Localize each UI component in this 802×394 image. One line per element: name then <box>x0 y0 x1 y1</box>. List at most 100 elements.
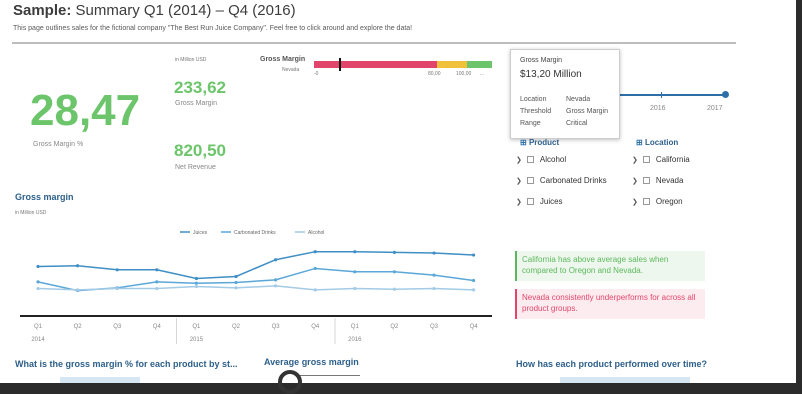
legend-label-0: Juices <box>193 230 208 236</box>
bullet-value-marker <box>338 58 341 71</box>
filter-item-label: Juices <box>539 197 563 206</box>
series-point-1-9 <box>392 270 396 274</box>
tooltip-key-location: Location <box>520 96 547 103</box>
bullet-title: Gross Margin <box>260 56 306 63</box>
series-point-2-9 <box>392 287 396 291</box>
bullet-scale-100: 100,00 <box>456 71 472 77</box>
line-chart-unit: in Million USD <box>15 210 47 216</box>
filter-product-item-alcohol[interactable]: ❯ Alcohol <box>516 155 566 164</box>
chart-series <box>36 250 476 293</box>
filter-location-icon: ⊞ <box>636 138 643 147</box>
kpi-gross-margin-label: Gross Margin <box>175 100 218 107</box>
cursor-ring-icon <box>278 370 302 394</box>
bottom-legend-placeholder-2 <box>560 377 690 383</box>
kpi-gross-margin-percent-label: Gross Margin % <box>33 141 84 148</box>
tooltip-val-location: Nevada <box>566 96 591 103</box>
x-tick-label-9: Q2 <box>390 324 399 330</box>
filter-location-item-nevada[interactable]: ❯ Nevada <box>632 176 683 185</box>
series-point-0-9 <box>392 250 396 254</box>
bullet-scale-min: -0 <box>314 71 319 77</box>
page-subtitle: This page outlines sales for the fiction… <box>13 25 413 32</box>
series-point-0-7 <box>313 250 317 254</box>
tooltip-key-threshold: Threshold <box>520 108 552 115</box>
callout-negative-text: Nevada consistently underperforms for ac… <box>522 293 696 313</box>
series-point-1-0 <box>36 280 40 284</box>
filter-item-label: Oregon <box>655 197 683 206</box>
chevron-right-icon: ❯ <box>632 199 638 206</box>
series-point-1-8 <box>353 270 357 274</box>
filter-product-header[interactable]: ⊞ Product <box>520 138 559 147</box>
tooltip-title: Gross Margin <box>520 57 563 64</box>
series-point-1-3 <box>155 280 159 284</box>
filter-item-label: Carbonated Drinks <box>539 176 607 185</box>
bottom-axis-line <box>300 375 360 376</box>
filter-location-item-oregon[interactable]: ❯ Oregon <box>632 197 683 206</box>
chart-legend: Juices Carbonated Drinks Alcohol <box>180 230 324 236</box>
bullet-chart[interactable] <box>314 58 492 71</box>
series-point-1-11 <box>472 278 476 283</box>
series-point-0-1 <box>76 264 80 268</box>
bottom-chart-title-2: Average gross margin <box>264 357 359 367</box>
bullet-scale-max: ... <box>480 71 485 77</box>
bullet-range-warning <box>437 61 467 68</box>
bottom-chart-title-3: How has each product performed over time… <box>516 359 708 369</box>
legend-label-1: Carbonated Drinks <box>234 230 276 236</box>
gross-margin-line-chart[interactable]: Juices Carbonated Drinks Alcohol Q1 Q2 Q3 Q4 Q… <box>0 220 500 350</box>
series-point-2-2 <box>115 286 119 291</box>
series-point-0-0 <box>36 264 40 269</box>
series-point-0-11 <box>472 253 476 257</box>
legend-label-2: Alcohol <box>308 230 324 236</box>
series-point-1-6 <box>274 278 278 282</box>
series-point-0-5 <box>234 274 238 279</box>
kpi-gross-margin-percent-value[interactable]: 28,47 <box>30 86 140 136</box>
x-axis-ticks: Q1 Q2 Q3 Q4 Q1 Q2 Q3 Q4 Q1 Q2 Q3 Q4 2014 2015 2016 <box>31 318 478 344</box>
tooltip-key-range: Range <box>520 120 541 127</box>
series-point-2-6 <box>274 284 278 288</box>
series-point-0-3 <box>155 268 159 272</box>
tooltip-value: $13,20 Million <box>520 69 582 80</box>
checkbox-icon[interactable] <box>526 177 534 184</box>
chevron-right-icon: ❯ <box>516 199 522 206</box>
timeline-handle[interactable] <box>722 91 729 98</box>
series-point-2-11 <box>472 288 476 292</box>
filter-product-item-carbonated[interactable]: ❯ Carbonated Drinks <box>516 176 607 185</box>
series-point-1-5 <box>234 280 238 285</box>
series-point-2-1 <box>76 288 80 292</box>
series-point-0-2 <box>115 268 119 272</box>
filter-location-header[interactable]: ⊞ Location <box>636 138 678 147</box>
series-point-1-7 <box>313 266 317 271</box>
checkbox-icon[interactable] <box>642 177 650 184</box>
filter-product-icon: ⊞ <box>520 138 527 147</box>
filter-item-label: Alcohol <box>539 155 567 164</box>
bullet-range-good <box>467 61 492 68</box>
filter-location-item-california[interactable]: ❯ California <box>632 155 690 164</box>
filter-item-label: California <box>655 155 690 164</box>
x-tick-label-8: Q1 <box>351 324 360 330</box>
series-line-0 <box>37 250 474 280</box>
checkbox-icon[interactable] <box>526 156 534 163</box>
kpi-net-revenue-value[interactable]: 820,50 <box>174 141 226 161</box>
kpi-gross-margin-value[interactable]: 233,62 <box>174 78 226 98</box>
checkbox-icon[interactable] <box>526 198 534 205</box>
filter-location-title: Location <box>644 138 679 147</box>
series-point-0-8 <box>353 250 357 254</box>
timeline-tick-2016 <box>661 92 662 98</box>
x-tick-label-3: Q4 <box>153 324 162 330</box>
filter-item-label: Nevada <box>655 176 684 185</box>
x-tick-label-11: Q4 <box>470 324 479 330</box>
kpi-net-revenue-label: Net Revenue <box>175 164 216 171</box>
filter-product-item-juices[interactable]: ❯ Juices <box>516 197 563 206</box>
title-text: Summary Q1 (2014) – Q4 (2016) <box>75 2 296 19</box>
callout-negative: Nevada consistently underperforms for ac… <box>515 289 705 319</box>
series-point-2-5 <box>234 286 238 290</box>
x-tick-label-5: Q2 <box>232 324 241 330</box>
chevron-right-icon: ❯ <box>632 178 638 185</box>
series-point-2-3 <box>155 286 159 291</box>
checkbox-icon[interactable] <box>642 198 650 205</box>
timeline-label-2017: 2017 <box>707 105 723 112</box>
chevron-right-icon: ❯ <box>516 178 522 185</box>
series-point-2-4 <box>194 284 198 289</box>
checkbox-icon[interactable] <box>642 156 650 163</box>
dashboard-page: Sample: Summary Q1 (2014) – Q4 (2016) Th… <box>0 0 796 383</box>
series-point-1-10 <box>432 273 436 277</box>
